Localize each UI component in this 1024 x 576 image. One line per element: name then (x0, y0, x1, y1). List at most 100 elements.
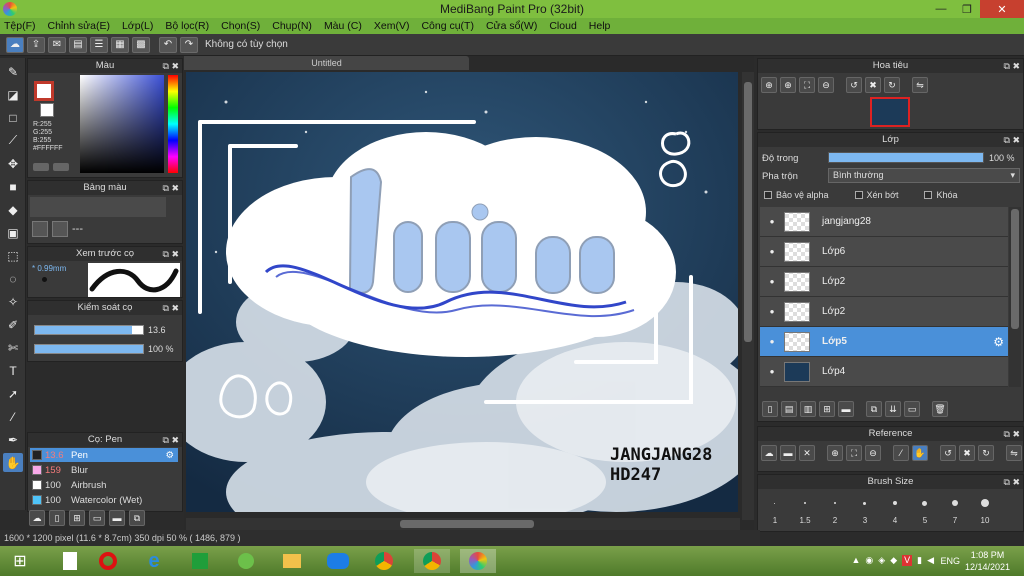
scroll-thumb[interactable] (1011, 209, 1019, 329)
panel-controls-icon[interactable]: ⧉ ✖ (163, 247, 179, 261)
flip-icon[interactable]: ⇋ (1006, 445, 1022, 461)
gear-icon[interactable]: ⚙ (165, 450, 174, 461)
horizontal-scrollbar[interactable] (186, 518, 740, 530)
operation-tool-icon[interactable]: ➚ (3, 384, 23, 403)
pen-tool-icon[interactable]: ✒ (3, 430, 23, 449)
panel-controls-icon[interactable]: ⧉ ✖ (163, 59, 179, 73)
size-preset[interactable]: 4 (880, 491, 910, 525)
internet-explorer-icon[interactable]: e (136, 549, 172, 573)
scroll-thumb[interactable] (744, 82, 752, 342)
layer-item[interactable]: ● Lớp2 (760, 297, 1008, 327)
menu-filter[interactable]: Bộ lọc(R) (165, 20, 209, 32)
gradient-tool-icon[interactable]: ▣ (3, 223, 23, 242)
panel-controls-icon[interactable]: ⧉ ✖ (1004, 133, 1020, 147)
zoom-in-icon[interactable]: ⊕ (761, 77, 777, 93)
folder-open-icon[interactable]: ▬ (780, 445, 796, 461)
scroll-thumb[interactable] (400, 520, 534, 528)
move-tool-icon[interactable]: ✥ (3, 154, 23, 173)
layer-properties-icon[interactable]: ▭ (904, 401, 920, 417)
comment-icon[interactable]: ✉ (48, 36, 66, 53)
size-preset[interactable]: 7 (940, 491, 970, 525)
drawing-canvas[interactable]: JANGJANG28 HD247 (186, 72, 738, 512)
chrome-profile-icon[interactable] (414, 549, 450, 573)
volume-icon[interactable]: ◀ (927, 555, 934, 566)
brush-item[interactable]: 159 Blur (30, 463, 178, 477)
close-button[interactable]: ✕ (980, 0, 1024, 18)
start-icon[interactable]: ⊞ (2, 549, 38, 573)
new-1bit-layer-icon[interactable]: ▥ (800, 401, 816, 417)
visibility-icon[interactable]: ● (760, 277, 784, 286)
flip-icon[interactable]: ⇋ (912, 77, 928, 93)
menu-view[interactable]: Xem(V) (374, 20, 410, 32)
panel-controls-icon[interactable]: ⧉ ✖ (163, 433, 179, 447)
zoom-in-2-icon[interactable]: ⊕ (780, 77, 796, 93)
select-eraser-tool-icon[interactable]: ✄ (3, 338, 23, 357)
minimize-button[interactable]: — (928, 0, 954, 18)
lock-checkbox[interactable]: Khóa (924, 190, 958, 200)
new-halftone-layer-icon[interactable]: ▤ (781, 401, 797, 417)
gear-icon[interactable]: ⚙ (993, 335, 1004, 349)
grid-icon[interactable]: ▦ (111, 36, 129, 53)
delete-layer-icon[interactable]: 🗑 (932, 401, 948, 417)
menu-window[interactable]: Cửa sổ(W) (486, 20, 537, 32)
layer-item[interactable]: ● Lớp4 (760, 357, 1008, 387)
lasso-tool-icon[interactable]: ◌ (3, 269, 23, 288)
protect-alpha-checkbox[interactable]: Bảo vệ alpha (764, 190, 829, 200)
menu-select[interactable]: Chọn(S) (221, 20, 260, 32)
select-rect-tool-icon[interactable]: ⬚ (3, 246, 23, 265)
panel-controls-icon[interactable]: ⧉ ✖ (1004, 59, 1020, 73)
network-icon[interactable]: ▮ (917, 555, 922, 566)
brush-item[interactable]: 100 Airbrush (30, 478, 178, 492)
brush-size-slider[interactable] (34, 325, 144, 335)
panel-controls-icon[interactable]: ⧉ ✖ (163, 301, 179, 315)
panel-controls-icon[interactable]: ⧉ ✖ (1004, 427, 1020, 441)
list-icon[interactable]: ☰ (90, 36, 108, 53)
duplicate-layer-icon[interactable]: ⧉ (866, 401, 882, 417)
color-option-button-1[interactable] (33, 163, 49, 171)
rotate-right-icon[interactable]: ↻ (884, 77, 900, 93)
folder-icon[interactable]: ▬ (838, 401, 854, 417)
panel-controls-icon[interactable]: ⧉ ✖ (163, 181, 179, 195)
menu-cloud[interactable]: Cloud (549, 20, 576, 32)
layer-item[interactable]: ● jangjang28 (760, 207, 1008, 237)
brush-opacity-slider[interactable] (34, 344, 144, 354)
color-option-button-2[interactable] (53, 163, 69, 171)
background-color-swatch[interactable] (40, 103, 54, 117)
eyedropper-tool-icon[interactable]: ⁄ (3, 407, 23, 426)
reset-icon[interactable]: ✖ (865, 77, 881, 93)
app-icon[interactable] (228, 549, 264, 573)
menu-snap[interactable]: Chụp(N) (272, 20, 312, 32)
language-indicator[interactable]: ENG (940, 556, 960, 566)
tray-app-icon[interactable]: ◆ (890, 555, 897, 566)
zoom-in-icon[interactable]: ⊕ (827, 445, 843, 461)
visibility-icon[interactable]: ● (760, 367, 784, 376)
menu-layer[interactable]: Lớp(L) (122, 20, 153, 32)
visibility-icon[interactable]: ● (760, 217, 784, 226)
folder-icon[interactable]: ▬ (109, 510, 125, 526)
explorer-icon[interactable] (274, 549, 310, 573)
brush-settings-icon[interactable]: ▭ (89, 510, 105, 526)
chrome-icon[interactable] (366, 549, 402, 573)
blend-mode-select[interactable]: Bình thường ▾ (828, 168, 1020, 183)
size-preset[interactable]: 5 (910, 491, 940, 525)
size-preset[interactable]: 2 (820, 491, 850, 525)
new-brush-icon[interactable]: ▯ (49, 510, 65, 526)
document-tab[interactable]: Untitled (184, 56, 469, 70)
hand-tool-icon[interactable]: ✋ (3, 453, 23, 472)
brush-tool-icon[interactable]: ✎ (3, 62, 23, 81)
menu-tools[interactable]: Công cụ(T) (421, 20, 474, 32)
share-icon[interactable]: ⇪ (27, 36, 45, 53)
tile-icon[interactable]: ▩ (132, 36, 150, 53)
brush-item[interactable]: 13.6 Pen ⚙ (30, 448, 178, 462)
page-icon[interactable]: ▤ (69, 36, 87, 53)
hand-icon[interactable]: ✋ (912, 445, 928, 461)
layer-item[interactable]: ● Lớp6 (760, 237, 1008, 267)
close-reference-icon[interactable]: ✕ (799, 445, 815, 461)
brush-item[interactable]: 100 Watercolor (Wet) (30, 493, 178, 507)
layer-opacity-slider[interactable] (828, 152, 984, 163)
add-layer-menu-icon[interactable]: ⊞ (819, 401, 835, 417)
rectangle-tool-icon[interactable]: □ (3, 108, 23, 127)
bucket-tool-icon[interactable]: ◆ (3, 200, 23, 219)
text-tool-icon[interactable]: T (3, 361, 23, 380)
store-icon[interactable] (182, 549, 218, 573)
